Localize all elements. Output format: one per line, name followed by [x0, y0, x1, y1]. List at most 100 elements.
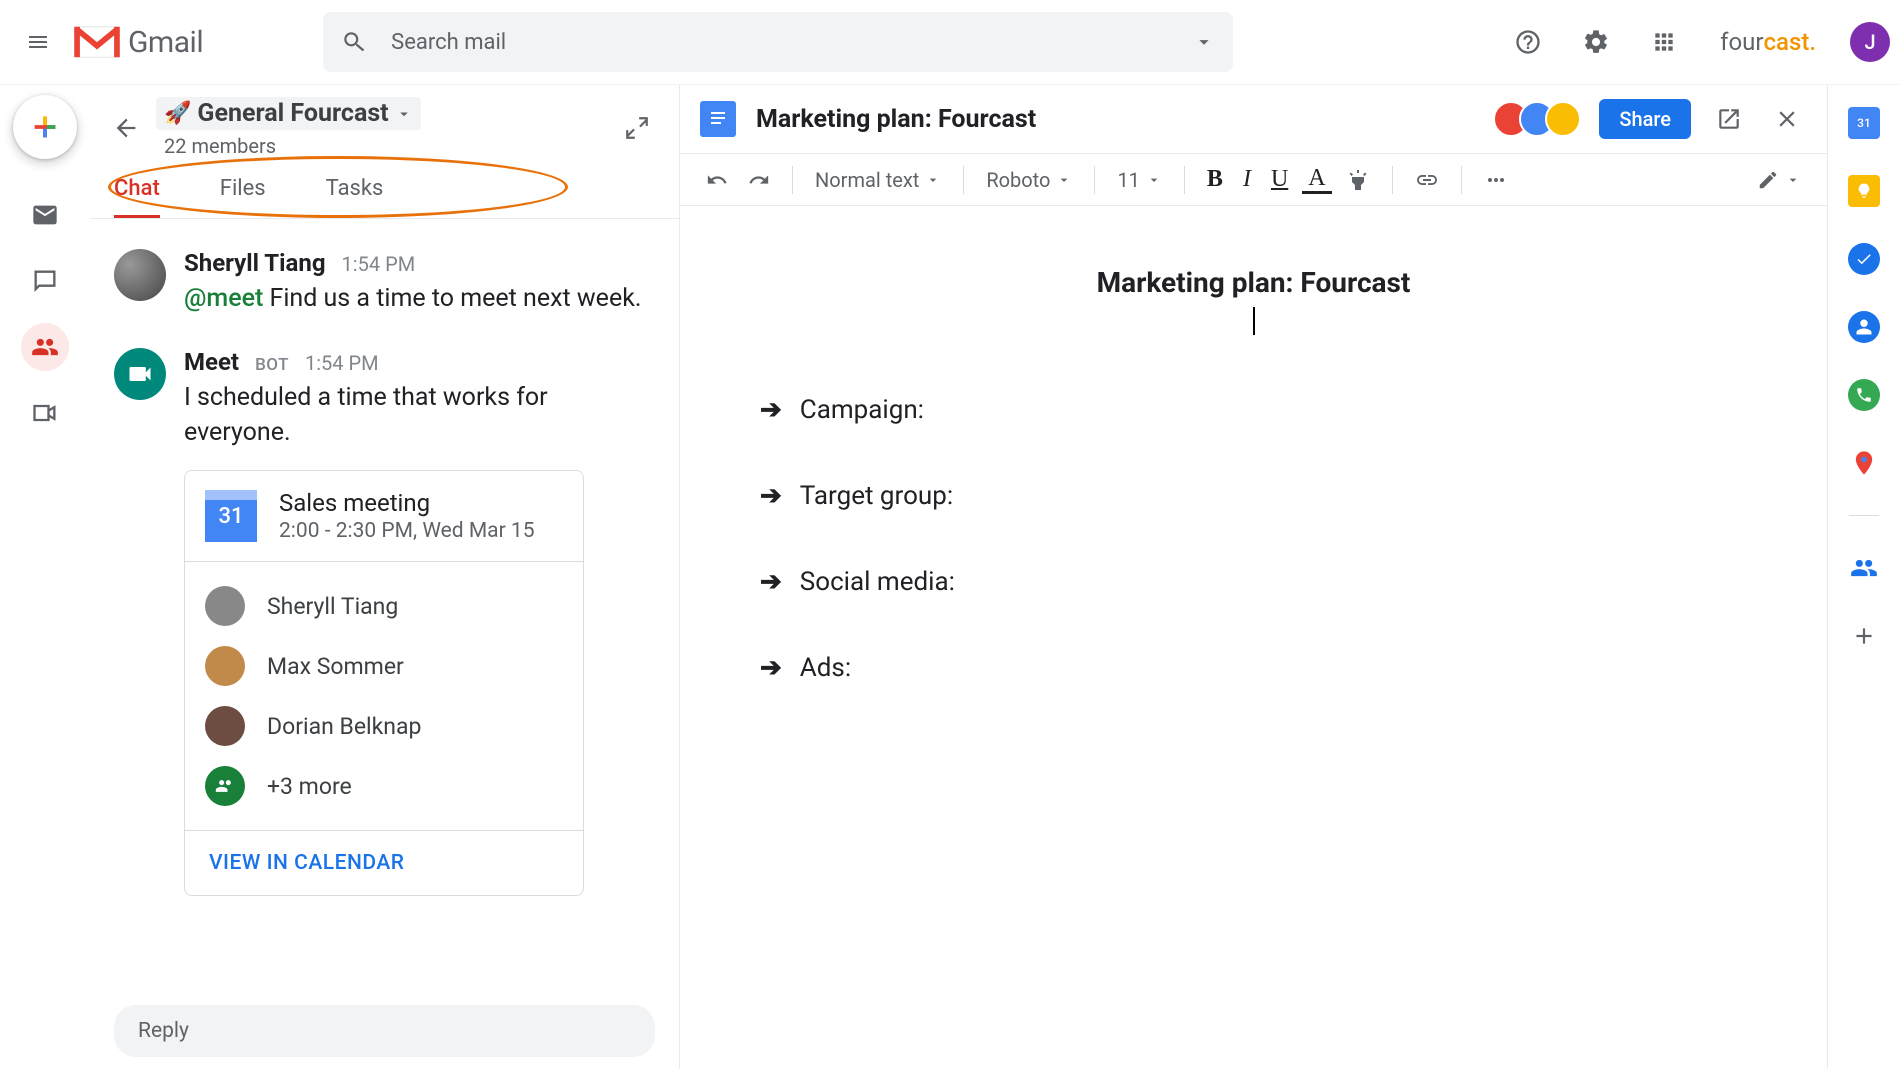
avatar[interactable] [114, 348, 166, 400]
caret-down-icon [1146, 172, 1162, 188]
avatar[interactable] [114, 249, 166, 301]
reply-input[interactable]: Reply [114, 1005, 655, 1057]
font-size-dropdown[interactable]: 11 [1111, 164, 1167, 196]
message-author: Sheryll Tiang [184, 249, 326, 277]
editing-mode-button[interactable] [1751, 165, 1807, 195]
people-icon [205, 766, 245, 806]
message: Sheryll Tiang 1:54 PM @meet Find us a ti… [114, 249, 655, 316]
room-title[interactable]: 🚀 General Fourcast [156, 97, 421, 130]
arrow-icon: ➔ [760, 567, 782, 597]
tab-tasks[interactable]: Tasks [326, 176, 384, 218]
tabs-container: Chat Files Tasks [90, 158, 679, 219]
close-icon [1774, 106, 1800, 132]
caret-down-icon [1056, 172, 1072, 188]
hamburger-icon [26, 30, 50, 54]
collapse-button[interactable] [617, 108, 657, 148]
maps-pin-icon [1850, 449, 1878, 477]
avatar [205, 646, 245, 686]
rail-tasks[interactable] [1848, 243, 1880, 275]
text-style-dropdown[interactable]: Normal text [809, 164, 947, 196]
event-action[interactable]: VIEW IN CALENDAR [185, 830, 583, 895]
doc-toolbar: Normal text Roboto 11 B I U A [680, 153, 1827, 206]
gmail-logo[interactable]: Gmail [72, 23, 203, 61]
pencil-icon [1757, 169, 1779, 191]
tab-chat[interactable]: Chat [114, 176, 160, 218]
plus-icon [1851, 623, 1877, 649]
collaborator-avatars[interactable] [1503, 101, 1581, 137]
link-button[interactable] [1409, 164, 1445, 196]
rail-add[interactable] [1848, 620, 1880, 652]
bold-button[interactable]: B [1201, 162, 1229, 197]
nav-chat[interactable] [21, 257, 69, 305]
text-color-button[interactable]: A [1302, 165, 1331, 193]
italic-button[interactable]: I [1237, 162, 1257, 197]
gmail-wordmark: Gmail [128, 25, 203, 60]
link-icon [1415, 168, 1439, 192]
room-members[interactable]: 22 members [164, 134, 421, 158]
collapse-icon [624, 115, 650, 141]
people-icon [1850, 554, 1878, 582]
doc-content[interactable]: Marketing plan: Fourcast ➔Campaign: ➔Tar… [680, 206, 1827, 1069]
event-attendees: Sheryll Tiang Max Sommer Dorian Belknap [185, 561, 583, 830]
chevron-down-icon [395, 105, 413, 123]
message: Meet BOT 1:54 PM I scheduled a time that… [114, 348, 655, 896]
avatar [205, 586, 245, 626]
nav-rooms[interactable] [21, 323, 69, 371]
apps-button[interactable] [1640, 18, 1688, 66]
gmail-icon [72, 23, 122, 61]
nav-mail[interactable] [21, 191, 69, 239]
message-time: 1:54 PM [305, 351, 379, 375]
search-bar[interactable]: Search mail [323, 12, 1233, 72]
main-menu-button[interactable] [14, 18, 62, 66]
bullet-item: ➔Campaign: [760, 395, 1747, 425]
help-button[interactable] [1504, 18, 1552, 66]
rail-keep[interactable] [1848, 175, 1880, 207]
bullet-item: ➔Target group: [760, 481, 1747, 511]
rail-voice[interactable] [1848, 379, 1880, 411]
attendee-name: Max Sommer [267, 653, 404, 680]
rocket-icon: 🚀 [164, 101, 191, 126]
compose-button[interactable] [13, 95, 77, 159]
highlight-button[interactable] [1340, 164, 1376, 196]
share-button[interactable]: Share [1599, 99, 1691, 139]
mention[interactable]: @meet [184, 284, 263, 313]
open-external-button[interactable] [1709, 99, 1749, 139]
caret-down-icon [1785, 172, 1801, 188]
search-options-caret-icon[interactable] [1193, 31, 1215, 53]
arrow-icon: ➔ [760, 481, 782, 511]
docs-icon [700, 101, 736, 137]
event-card: 31 Sales meeting 2:00 - 2:30 PM, Wed Mar… [184, 470, 584, 896]
avatar [1545, 101, 1581, 137]
message-text: I scheduled a time that works for everyo… [184, 380, 655, 450]
redo-button[interactable] [742, 165, 776, 195]
event-time: 2:00 - 2:30 PM, Wed Mar 15 [279, 519, 535, 543]
mail-icon [31, 201, 59, 229]
undo-button[interactable] [700, 165, 734, 195]
doc-title[interactable]: Marketing plan: Fourcast [756, 105, 1036, 134]
rail-calendar[interactable]: 31 [1848, 107, 1880, 139]
settings-button[interactable] [1572, 18, 1620, 66]
underline-button[interactable]: U [1265, 162, 1294, 197]
caret-down-icon [925, 172, 941, 188]
brand-label: fourcast. [1720, 28, 1816, 56]
more-button[interactable] [1478, 164, 1514, 196]
back-button[interactable] [106, 108, 146, 148]
close-button[interactable] [1767, 99, 1807, 139]
rail-maps[interactable] [1848, 447, 1880, 479]
attendee-row: Max Sommer [205, 636, 563, 696]
doc-page-title: Marketing plan: Fourcast [760, 266, 1747, 299]
keep-icon [1855, 182, 1873, 200]
chat-icon [31, 267, 59, 295]
meet-icon [126, 360, 154, 388]
app-header: Gmail Search mail fourcast. J [0, 0, 1900, 85]
nav-meet[interactable] [21, 389, 69, 437]
rail-people[interactable] [1848, 552, 1880, 584]
rail-separator [1849, 515, 1879, 516]
rail-contacts[interactable] [1848, 311, 1880, 343]
attendee-name: Dorian Belknap [267, 713, 421, 740]
attendee-more[interactable]: +3 more [205, 756, 563, 816]
account-avatar[interactable]: J [1850, 22, 1890, 62]
font-dropdown[interactable]: Roboto [980, 164, 1078, 196]
tab-files[interactable]: Files [220, 176, 266, 218]
bot-badge: BOT [255, 355, 289, 375]
